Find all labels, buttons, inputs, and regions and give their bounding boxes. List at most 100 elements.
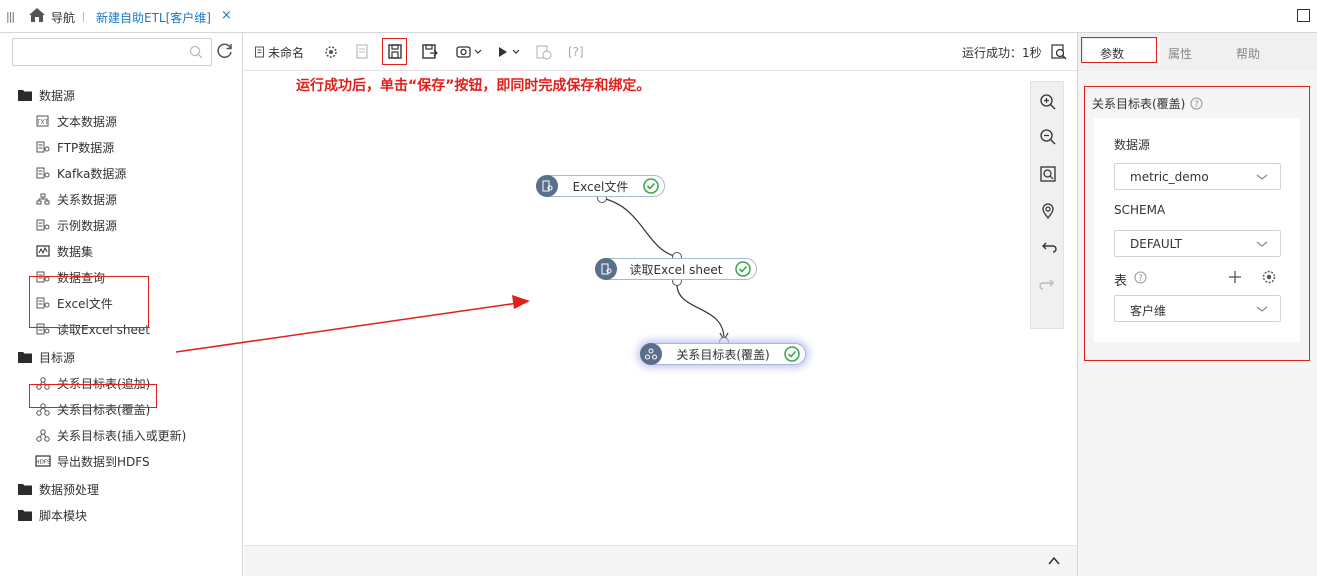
schema-value: DEFAULT bbox=[1130, 237, 1182, 251]
section-header: 关系目标表(覆盖) ? bbox=[1092, 95, 1203, 112]
success-check-icon bbox=[735, 261, 751, 277]
datasource-select[interactable]: metric_demo bbox=[1114, 163, 1281, 190]
properties-panel: » 参数 属性 帮助 关系目标表(覆盖) ? 数据源 metric_demo S… bbox=[1077, 33, 1317, 576]
params-form: 数据源 metric_demo SCHEMA DEFAULT 表 ? 客户维 bbox=[1094, 118, 1300, 342]
tree-item[interactable]: 关系数据源 bbox=[35, 188, 117, 210]
flow-node-label: 关系目标表(覆盖) bbox=[676, 347, 770, 362]
tree-label: 文本数据源 bbox=[57, 114, 118, 129]
etl-canvas[interactable]: 未命名 [?] 运行成功：1秒 运行成功后，单击“保存”按钮，即同时完成保存和绑… bbox=[175, 33, 1077, 576]
tree-label: 数据预处理 bbox=[39, 482, 100, 497]
undo-icon[interactable] bbox=[1039, 238, 1057, 256]
tab-title[interactable]: 新建自助ETL[客户维] bbox=[96, 9, 211, 26]
dataset-icon bbox=[35, 244, 51, 258]
highlight-box-sources bbox=[29, 276, 149, 328]
tree-item[interactable]: Kafka数据源 bbox=[35, 162, 126, 184]
folder-icon bbox=[17, 350, 33, 364]
chevron-down-icon bbox=[1256, 241, 1268, 247]
refresh-icon[interactable] bbox=[216, 42, 234, 60]
schema-label: SCHEMA bbox=[1114, 203, 1166, 217]
tree-label: 目标源 bbox=[39, 350, 76, 365]
gear-icon[interactable] bbox=[1262, 270, 1276, 284]
success-check-icon bbox=[643, 178, 659, 194]
flow-connectors bbox=[175, 193, 729, 353]
folder-icon bbox=[17, 508, 33, 522]
svg-text:TXT: TXT bbox=[36, 119, 48, 126]
svg-text:?: ? bbox=[1138, 274, 1143, 284]
tree-label: FTP数据源 bbox=[57, 140, 115, 155]
fit-view-icon[interactable] bbox=[1039, 165, 1057, 183]
search-icon[interactable] bbox=[189, 45, 203, 59]
folder-icon bbox=[17, 88, 33, 102]
relational-target-node-icon bbox=[640, 343, 662, 365]
tree-label: 关系数据源 bbox=[57, 192, 118, 207]
zoom-in-icon[interactable] bbox=[1039, 93, 1057, 111]
tab-bar: ||| 导航 新建自助ETL[客户维] × bbox=[0, 0, 1317, 33]
relational-icon bbox=[35, 192, 51, 206]
highlight-box-target bbox=[29, 384, 157, 408]
tree-item[interactable]: 关系目标表(插入或更新) bbox=[35, 424, 186, 446]
datasource-value: metric_demo bbox=[1130, 170, 1209, 184]
hdfs-icon: HDFS bbox=[35, 454, 51, 468]
tree-folder[interactable]: 脚本模块 bbox=[17, 504, 87, 526]
maximize-button[interactable] bbox=[1297, 9, 1310, 22]
relational-target-icon bbox=[35, 428, 51, 442]
tree-label: 示例数据源 bbox=[57, 218, 118, 233]
tab-help[interactable]: 帮助 bbox=[1236, 45, 1260, 62]
svg-text:HDFS: HDFS bbox=[36, 460, 51, 466]
nav-label[interactable]: 导航 bbox=[51, 9, 75, 26]
datasource-icon bbox=[35, 218, 51, 232]
tab-params[interactable]: 参数 bbox=[1100, 45, 1124, 62]
chevron-up-icon[interactable] bbox=[1047, 554, 1061, 568]
table-select[interactable]: 客户维 bbox=[1114, 295, 1281, 322]
tree-label: 关系目标表(插入或更新) bbox=[57, 428, 187, 443]
tree-label: 脚本模块 bbox=[39, 508, 88, 523]
datasource-icon bbox=[35, 166, 51, 180]
datasource-node-icon bbox=[595, 258, 617, 280]
help-circle-icon[interactable]: ? bbox=[1134, 271, 1147, 284]
svg-text:?: ? bbox=[1194, 100, 1199, 110]
datasource-label: 数据源 bbox=[1114, 138, 1151, 152]
datasource-icon bbox=[35, 140, 51, 154]
tree-folder[interactable]: 数据预处理 bbox=[17, 478, 99, 500]
divider bbox=[83, 12, 84, 22]
text-datasource-icon: TXT bbox=[35, 114, 51, 128]
canvas-footer bbox=[244, 545, 1077, 576]
home-icon[interactable] bbox=[28, 7, 46, 23]
tree-item[interactable]: 示例数据源 bbox=[35, 214, 117, 236]
tab-properties[interactable]: 属性 bbox=[1168, 45, 1192, 62]
tab-close-button[interactable]: × bbox=[221, 8, 232, 23]
chevron-down-icon bbox=[1256, 174, 1268, 180]
success-check-icon bbox=[784, 346, 800, 362]
tree-item[interactable]: TXT 文本数据源 bbox=[35, 110, 117, 132]
datasource-node-icon bbox=[536, 175, 558, 197]
tree-item[interactable]: FTP数据源 bbox=[35, 136, 114, 158]
tree-label: 数据源 bbox=[39, 88, 76, 103]
table-value: 客户维 bbox=[1130, 304, 1167, 318]
flow-node-label: 读取Excel sheet bbox=[629, 262, 723, 277]
redo-icon[interactable] bbox=[1039, 275, 1057, 293]
section-title: 关系目标表(覆盖) bbox=[1092, 97, 1186, 111]
flow-node-excel-file[interactable]: Excel文件 bbox=[536, 175, 665, 197]
tree-folder[interactable]: 数据源 bbox=[17, 84, 75, 106]
schema-select[interactable]: DEFAULT bbox=[1114, 230, 1281, 257]
flow-node-relational-target-overwrite[interactable]: 关系目标表(覆盖) bbox=[640, 343, 806, 365]
zoom-out-icon[interactable] bbox=[1039, 128, 1057, 146]
tree-folder[interactable]: 目标源 bbox=[17, 346, 75, 368]
chevron-down-icon bbox=[1256, 306, 1268, 312]
menu-grip-icon[interactable]: ||| bbox=[6, 10, 15, 23]
tree-item[interactable]: 数据集 bbox=[35, 240, 93, 262]
flow-node-read-excel-sheet[interactable]: 读取Excel sheet bbox=[595, 258, 757, 280]
add-icon[interactable] bbox=[1228, 270, 1242, 284]
tree-label: 数据集 bbox=[57, 244, 94, 259]
folder-icon bbox=[17, 482, 33, 496]
panel-tabs: » 参数 属性 帮助 bbox=[1078, 33, 1317, 71]
tree-label: 导出数据到HDFS bbox=[57, 454, 150, 469]
tree-item[interactable]: HDFS 导出数据到HDFS bbox=[35, 450, 150, 472]
search-input[interactable] bbox=[12, 38, 212, 66]
table-label: 表 bbox=[1114, 274, 1128, 289]
canvas-view-tools bbox=[1030, 81, 1064, 329]
flow-node-label: Excel文件 bbox=[572, 179, 629, 194]
locate-icon[interactable] bbox=[1039, 202, 1057, 220]
tree-label: Kafka数据源 bbox=[57, 166, 127, 181]
help-circle-icon[interactable]: ? bbox=[1190, 97, 1203, 110]
